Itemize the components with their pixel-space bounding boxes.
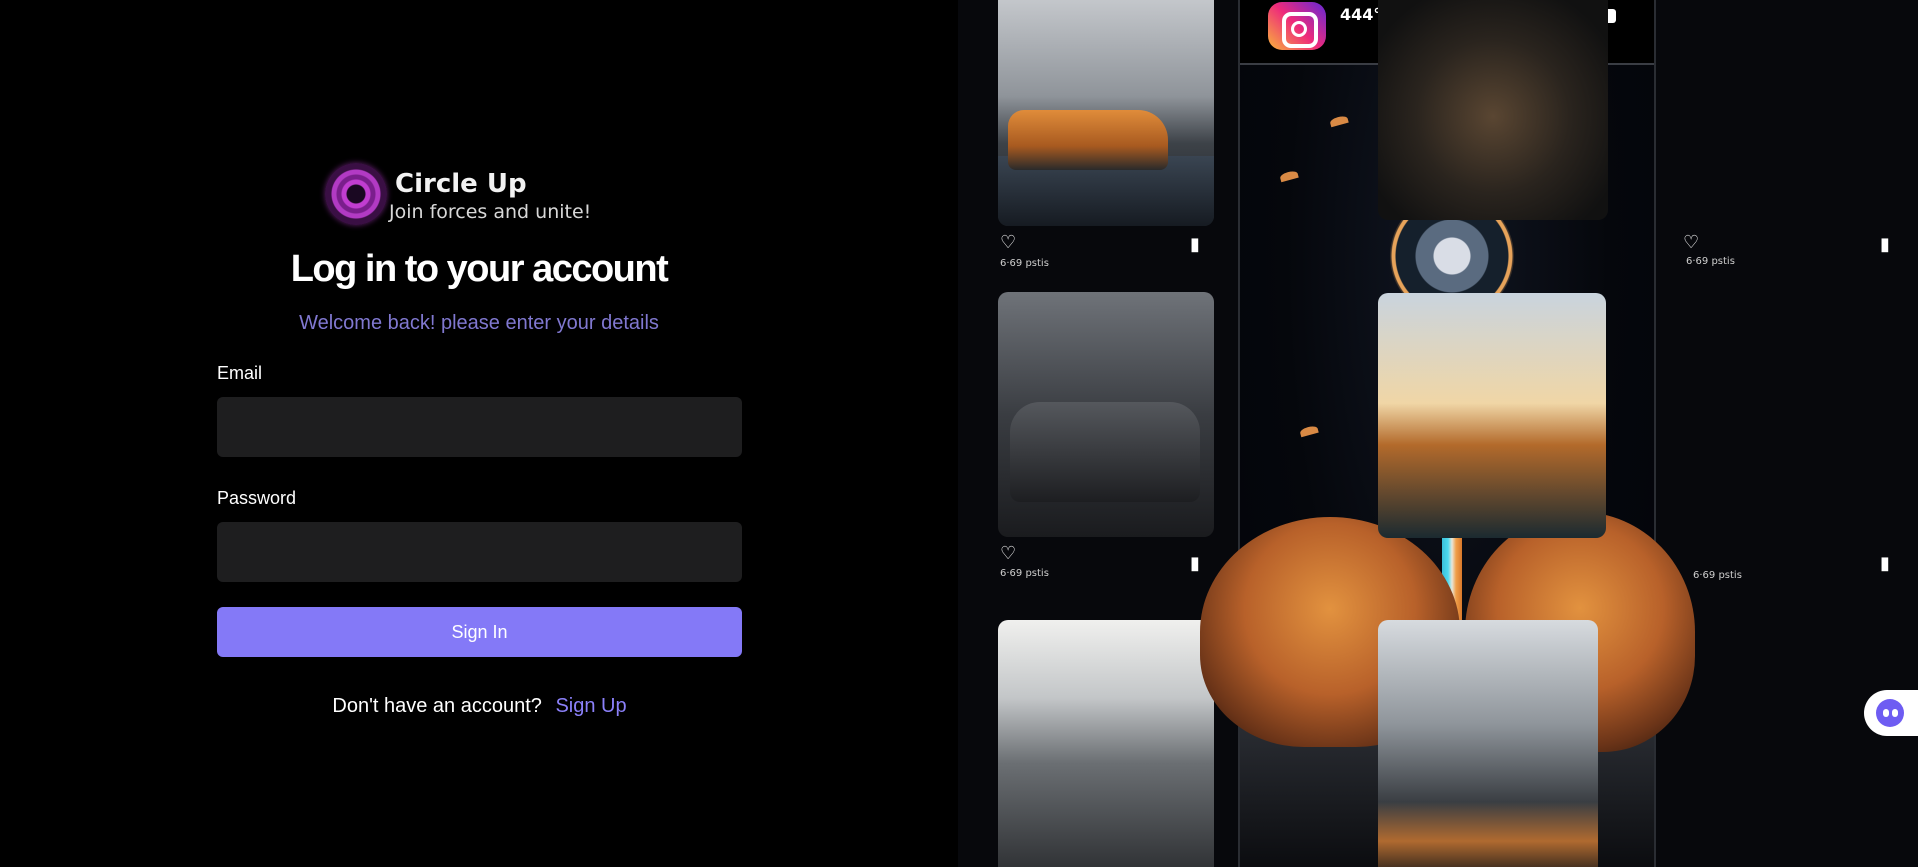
password-label: Password — [217, 488, 297, 508]
assistant-face-icon — [1876, 699, 1904, 727]
artwork-car — [1010, 402, 1200, 502]
password-field[interactable] — [217, 522, 742, 582]
email-label: Email — [217, 363, 263, 383]
bird-icon — [1329, 114, 1349, 128]
page-title: Log in to your account — [290, 248, 669, 290]
tile-count: 6·69 pstis — [1686, 256, 1735, 267]
bookmark-icon: ▮ — [1190, 553, 1200, 574]
hero-artwork: ♡ 6·69 pstis ▮ ♡ 6·69 pstis ▮ 444°4 ♡ 6·… — [958, 0, 1918, 867]
bird-icon — [1299, 424, 1319, 438]
artwork-tile-city-river — [998, 620, 1214, 867]
artwork-tile-forest-sunset — [1378, 293, 1606, 538]
assistant-button[interactable] — [1864, 690, 1918, 736]
bird-icon — [1279, 169, 1299, 183]
email-field[interactable] — [217, 397, 742, 457]
circle-up-logo-icon — [325, 163, 387, 225]
brand: Circle Up Join forces and unite! — [325, 162, 591, 226]
bookmark-icon: ▮ — [1190, 234, 1200, 255]
page-subtitle: Welcome back! please enter your details — [299, 312, 659, 334]
artwork-tile-vintage-car — [998, 292, 1214, 537]
instagram-icon — [1268, 2, 1326, 50]
brand-tagline: Join forces and unite! — [389, 200, 592, 223]
artwork-tile-steampunk — [1378, 0, 1608, 220]
brand-text: Circle Up Join forces and unite! — [389, 167, 591, 222]
login-panel: Circle Up Join forces and unite! Log in … — [0, 0, 958, 867]
sign-up-link[interactable]: Sign Up — [555, 695, 626, 717]
signup-prompt: Don't have an account? — [332, 695, 542, 717]
tile-count: 6·69 pstis — [1000, 258, 1049, 269]
heart-icon: ♡ — [1683, 232, 1700, 253]
signup-row: Don't have an account? Sign Up — [217, 695, 742, 718]
brand-name: Circle Up — [395, 168, 527, 199]
tile-count: 6·69 pstis — [1000, 568, 1049, 579]
artwork-tile-car-water — [998, 0, 1214, 226]
tile-count: 6·69 pstis — [1693, 570, 1742, 581]
heart-icon: ♡ — [1000, 543, 1017, 564]
heart-icon: ♡ — [1000, 232, 1017, 253]
bookmark-icon: ▮ — [1880, 553, 1890, 574]
sign-in-button[interactable]: Sign In — [217, 607, 742, 657]
bookmark-icon: ▮ — [1880, 234, 1890, 255]
artwork-tile-futuristic-city — [1378, 620, 1598, 867]
artwork-car — [1008, 110, 1168, 170]
